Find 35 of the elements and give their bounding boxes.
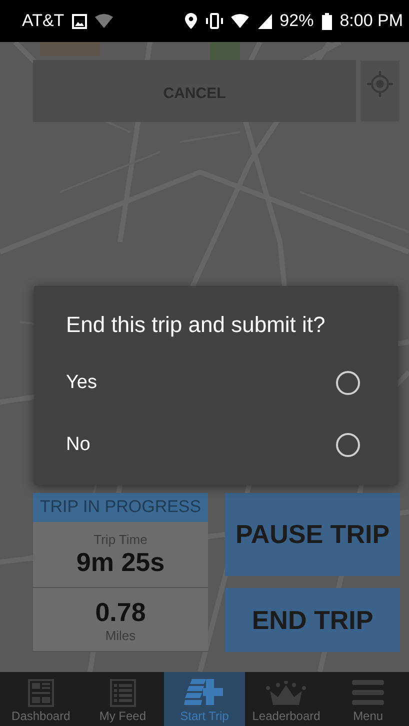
battery-icon [322, 12, 332, 30]
location-pin-icon [184, 13, 197, 29]
nav-tab-label: My Feed [99, 709, 146, 723]
clock-time: 8:00 PM [340, 11, 403, 31]
battery-percent: 92% [280, 11, 314, 31]
crown-icon [266, 681, 306, 707]
dialog-title: End this trip and submit it? [66, 312, 326, 338]
signal-icon [258, 14, 272, 28]
vibrate-icon [204, 13, 223, 29]
wifi-icon [95, 13, 116, 29]
nav-tab-label: Dashboard [12, 709, 70, 723]
nav-tab-label: Menu [353, 709, 384, 723]
menu-icon [352, 679, 384, 707]
nav-tab[interactable]: Dashboard [0, 672, 82, 726]
nav-tab[interactable]: My Feed [82, 672, 164, 726]
nav-tab[interactable]: Menu [327, 672, 409, 726]
nav-tab[interactable]: Start Trip [164, 672, 246, 726]
pause-trip-button[interactable]: PAUSE TRIP [225, 493, 400, 576]
dashboard-icon [28, 679, 54, 707]
nav-tab-label: Leaderboard [252, 709, 320, 723]
list-icon [110, 679, 136, 707]
option-label: Yes [66, 372, 98, 394]
plus-icon [184, 677, 224, 707]
image-icon [72, 14, 88, 28]
nav-tab-label: Start Trip [180, 709, 229, 723]
wifi-icon [230, 13, 250, 29]
trip-time-value: 9m 25s [76, 546, 165, 578]
option-label: No [66, 434, 92, 456]
radio-button[interactable] [336, 371, 360, 395]
carrier-name: AT&T [22, 11, 64, 31]
nav-tab[interactable]: Leaderboard [245, 672, 328, 726]
distance-value: 0.78 [95, 596, 146, 628]
end-trip-button[interactable]: END TRIP [225, 588, 400, 652]
trip-status-header: TRIP IN PROGRESS [33, 493, 208, 522]
radio-button[interactable] [336, 433, 360, 457]
